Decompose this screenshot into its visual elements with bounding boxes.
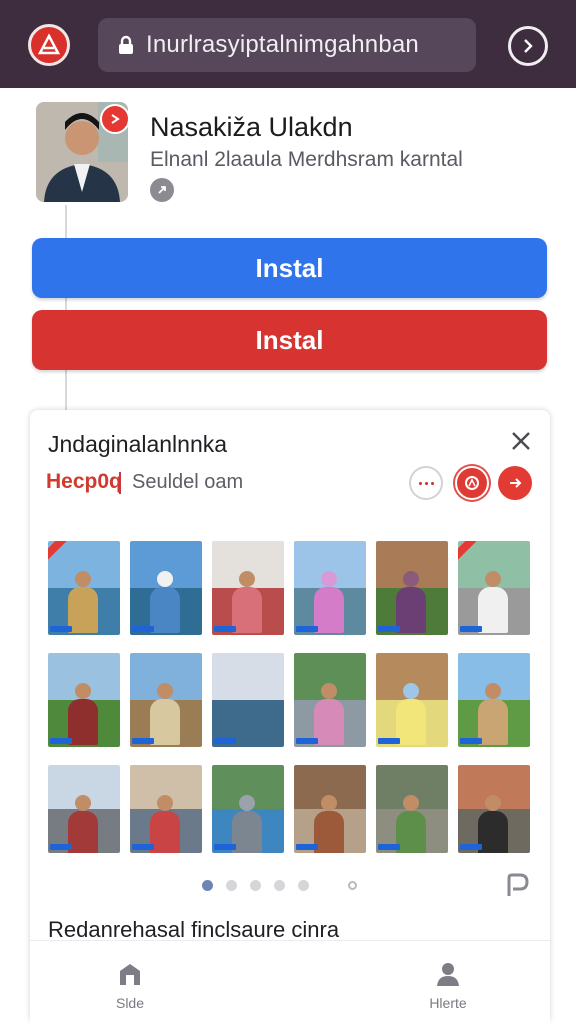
- nav-label-home: Slde: [115, 995, 145, 1011]
- photo-thumbnail[interactable]: [212, 653, 284, 747]
- photo-thumbnail[interactable]: [294, 653, 366, 747]
- nav-item-home[interactable]: Slde: [90, 961, 170, 1011]
- browser-bar: Inurlrasyiptalnimgahnban: [0, 0, 576, 88]
- photo-thumbnail[interactable]: [458, 653, 530, 747]
- app-logo-icon[interactable]: [28, 24, 70, 66]
- brand-divider: [119, 472, 121, 494]
- photo-thumbnail[interactable]: [130, 653, 202, 747]
- photo-thumbnail[interactable]: [294, 541, 366, 635]
- save-icon[interactable]: [455, 466, 489, 500]
- brand-logo: Hecp0q: [46, 470, 122, 493]
- pagination-dot[interactable]: [274, 880, 285, 891]
- card-title: Jndaginalanlnnka: [48, 431, 228, 457]
- nav-label-profile: Hlerte: [429, 995, 467, 1011]
- carousel-pagination: [202, 880, 357, 891]
- nav-item-profile[interactable]: Hlerte: [408, 961, 488, 1011]
- menu-icon[interactable]: [508, 26, 548, 66]
- close-icon[interactable]: [510, 430, 532, 452]
- pagination-dot[interactable]: [226, 880, 237, 891]
- photo-thumbnail[interactable]: [130, 541, 202, 635]
- photo-grid: [48, 541, 534, 857]
- install-button-primary[interactable]: Instal: [32, 238, 547, 298]
- notification-badge: [100, 104, 130, 134]
- chat-icon[interactable]: [500, 870, 532, 902]
- photo-thumbnail[interactable]: [376, 653, 448, 747]
- gallery-card: Jndaginalanlnnka Hecp0q Seuldel oam Reda…: [30, 410, 550, 1024]
- photo-thumbnail[interactable]: [376, 541, 448, 635]
- pagination-more[interactable]: [348, 881, 357, 890]
- profile-icon: [437, 963, 459, 986]
- photo-thumbnail[interactable]: [130, 765, 202, 853]
- home-icon: [120, 964, 140, 985]
- photo-thumbnail[interactable]: [376, 765, 448, 853]
- photo-thumbnail[interactable]: [458, 541, 530, 635]
- share-icon[interactable]: [150, 178, 174, 202]
- lock-icon: [119, 35, 133, 54]
- photo-thumbnail[interactable]: [458, 765, 530, 853]
- install-button-secondary[interactable]: Instal: [32, 310, 547, 370]
- photo-thumbnail[interactable]: [212, 765, 284, 853]
- photo-thumbnail[interactable]: [48, 541, 120, 635]
- pagination-dot[interactable]: [250, 880, 261, 891]
- share-action-icon[interactable]: [498, 466, 532, 500]
- brand-subtitle: Seuldel oam: [132, 471, 244, 493]
- url-bar[interactable]: Inurlrasyiptalnimgahnban: [98, 18, 476, 72]
- profile-subtitle: Elnanl 2laaula Merdhsram karntal: [150, 148, 463, 171]
- profile-name: Nasakiža Ulakdn: [150, 112, 353, 142]
- photo-thumbnail[interactable]: [212, 541, 284, 635]
- photo-thumbnail[interactable]: [48, 653, 120, 747]
- bottom-navigation: Slde Hlerte: [30, 940, 550, 1024]
- pagination-dot[interactable]: [202, 880, 213, 891]
- photo-thumbnail[interactable]: [294, 765, 366, 853]
- more-icon[interactable]: [409, 466, 443, 500]
- photo-thumbnail[interactable]: [48, 765, 120, 853]
- url-text: Inurlrasyiptalnimgahnban: [146, 31, 419, 58]
- pagination-dot[interactable]: [298, 880, 309, 891]
